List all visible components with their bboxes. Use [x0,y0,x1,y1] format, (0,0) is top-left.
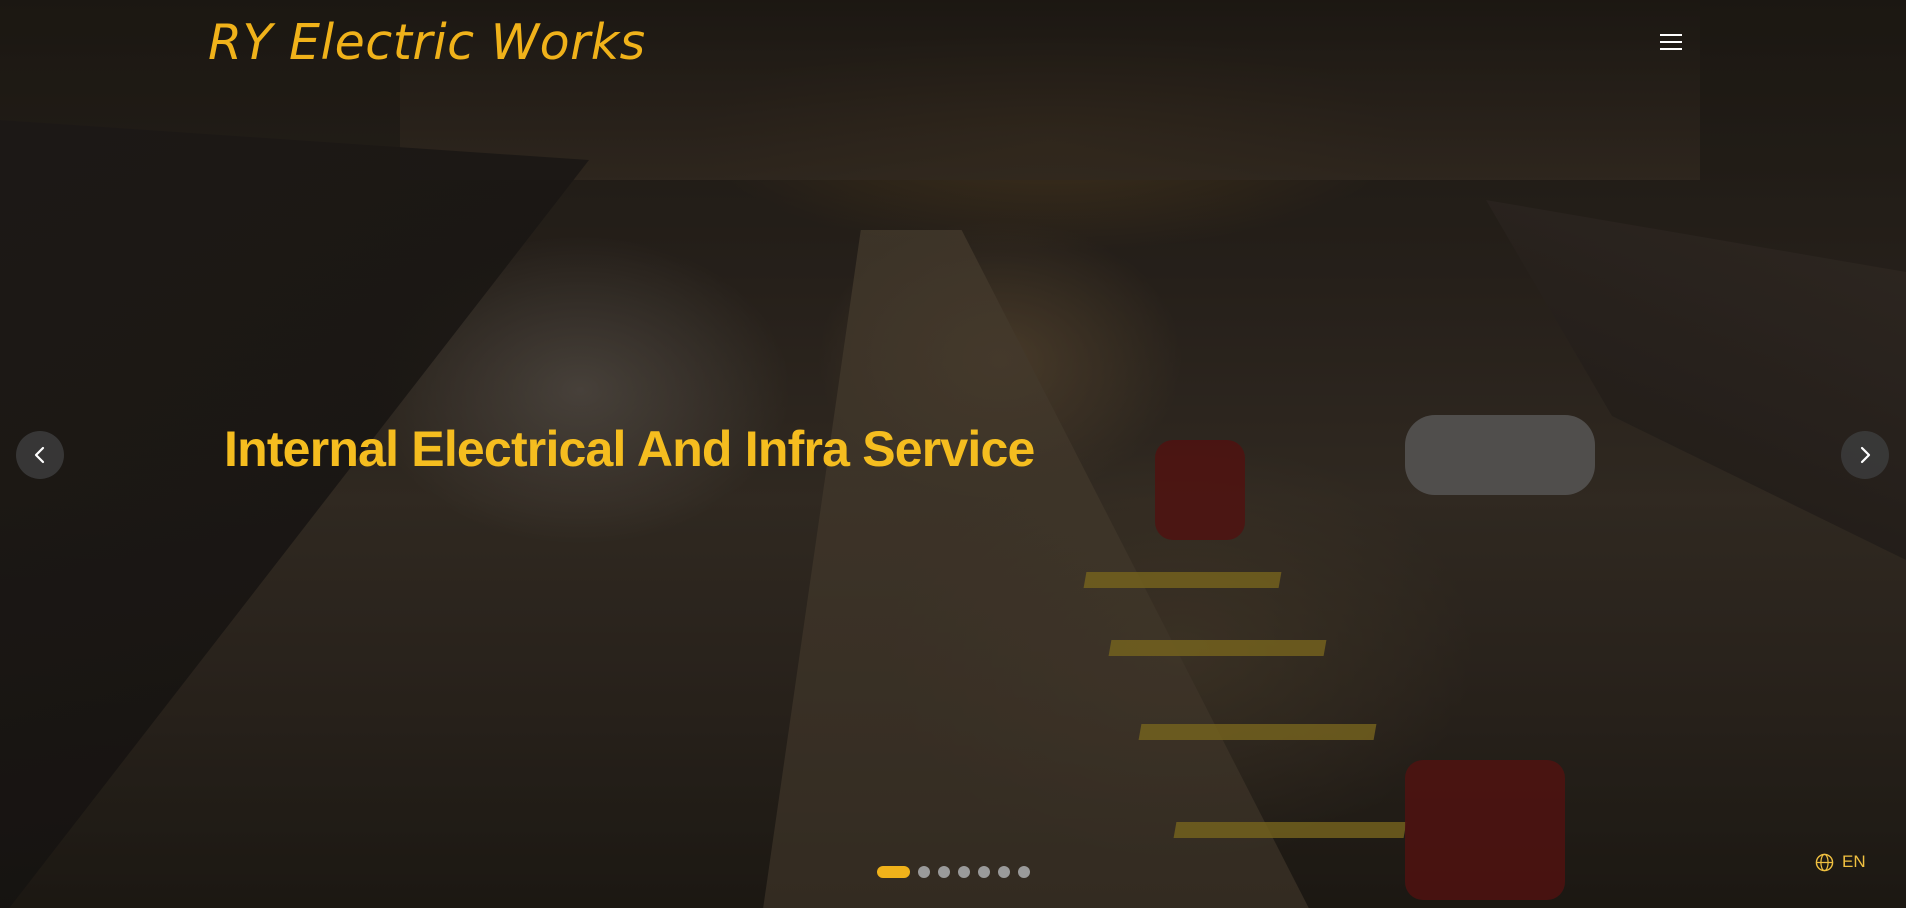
previous-slide-button[interactable] [16,431,64,479]
slide-indicator-7[interactable] [1018,866,1030,878]
chevron-right-icon [1860,446,1871,464]
hamburger-menu-icon [1660,41,1682,43]
language-switcher[interactable]: EN [1815,852,1866,872]
hero-headline: Internal Electrical And Infra Service [224,421,1035,477]
hamburger-menu-icon [1660,34,1682,36]
slide-indicator-6[interactable] [998,866,1010,878]
hamburger-menu-icon [1660,48,1682,50]
slide-indicator-3[interactable] [938,866,950,878]
slide-indicator-4[interactable] [958,866,970,878]
language-label: EN [1842,852,1866,871]
brand-logo-link[interactable]: RY Electric Works [208,14,646,71]
next-slide-button[interactable] [1841,431,1889,479]
globe-icon [1815,853,1834,871]
slide-indicator-5[interactable] [978,866,990,878]
slide-indicators [877,866,1030,878]
slide-indicator-1[interactable] [877,866,910,878]
hamburger-menu-button[interactable] [1660,34,1682,54]
chevron-left-icon [34,446,45,464]
slide-indicator-2[interactable] [918,866,930,878]
hero-slider: Internal Electrical And Infra Service [0,0,1906,908]
